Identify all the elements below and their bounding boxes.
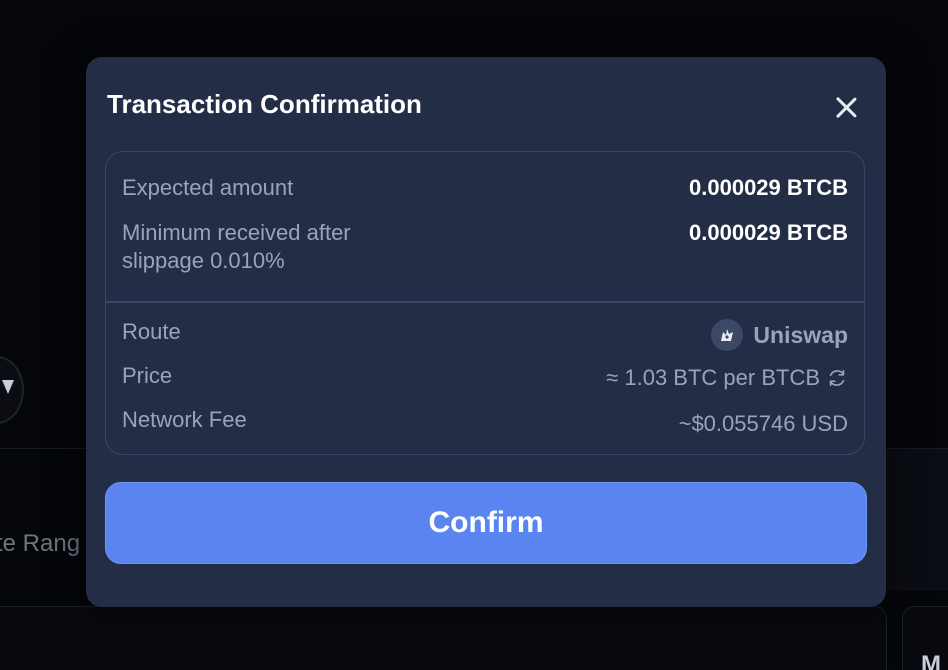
minimum-received-label-line1: Minimum received after bbox=[122, 220, 351, 245]
route-name: Uniswap bbox=[753, 321, 848, 348]
app-background: te Rang M Transaction Confirmation Expec… bbox=[0, 0, 948, 670]
price-label: Price bbox=[122, 363, 173, 388]
network-fee-value: ~$0.055746 USD bbox=[678, 411, 848, 436]
price-value: ≈ 1.03 BTC per BTCB bbox=[606, 365, 820, 390]
expected-amount-label: Expected amount bbox=[122, 175, 294, 200]
close-icon[interactable] bbox=[831, 92, 861, 122]
background-token-button[interactable] bbox=[0, 356, 24, 424]
minimum-received-value: 0.000029 BTCB bbox=[689, 220, 848, 245]
price-value-group: ≈ 1.03 BTC per BTCB bbox=[606, 365, 848, 391]
background-rate-range-text: te Rang bbox=[0, 530, 81, 557]
modal-title: Transaction Confirmation bbox=[107, 89, 422, 119]
transaction-confirmation-modal: Transaction Confirmation Expected amount… bbox=[86, 57, 886, 607]
transaction-details-panel: Expected amount 0.000029 BTCB Minimum re… bbox=[105, 151, 865, 455]
refresh-icon[interactable] bbox=[826, 367, 848, 389]
chevron-down-icon bbox=[2, 380, 14, 394]
network-fee-label: Network Fee bbox=[122, 407, 247, 432]
details-divider bbox=[106, 301, 864, 303]
route-label: Route bbox=[122, 319, 181, 344]
background-card-text: M bbox=[921, 651, 941, 670]
minimum-received-label-line2: slippage 0.010% bbox=[122, 248, 285, 273]
route-value: Uniswap bbox=[711, 319, 848, 351]
uniswap-icon bbox=[711, 319, 744, 351]
minimum-received-label: Minimum received after slippage 0.010% bbox=[122, 219, 351, 275]
confirm-button[interactable]: Confirm bbox=[105, 482, 867, 564]
background-card bbox=[0, 606, 887, 670]
background-card-right: M bbox=[902, 606, 948, 670]
expected-amount-value: 0.000029 BTCB bbox=[689, 175, 848, 200]
